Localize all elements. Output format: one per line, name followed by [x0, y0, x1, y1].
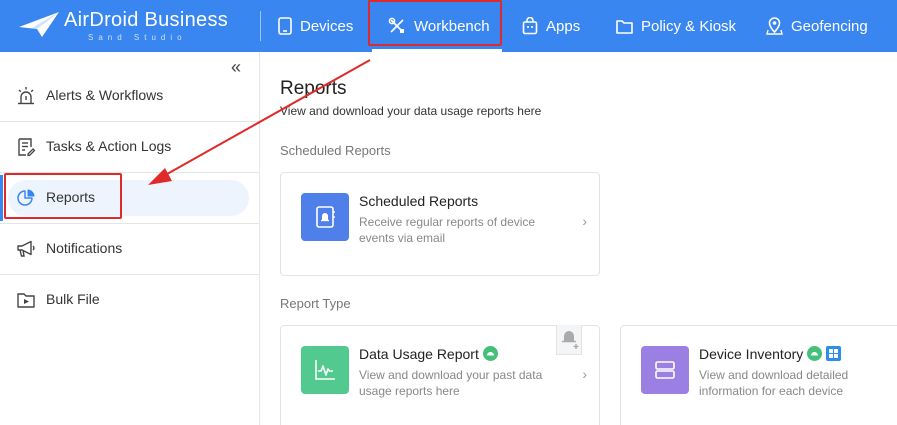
top-navigation-bar: AirDroid Business Sand Studio Devices Wo… [0, 0, 897, 52]
android-icon [807, 346, 823, 361]
windows-icon [826, 346, 842, 361]
sidebar-item-label: Bulk File [46, 291, 100, 307]
nav-policy-kiosk[interactable]: Policy & Kiosk [616, 0, 736, 52]
device-inventory-card[interactable]: Device Inventory View and download detai… [620, 325, 897, 425]
calendar-bell-icon [316, 206, 335, 228]
phone-icon [278, 17, 292, 35]
workbench-highlight-box [368, 0, 502, 46]
brand-logo[interactable]: AirDroid Business Sand Studio [18, 8, 240, 44]
card-title: Scheduled Reports [359, 193, 479, 209]
scheduled-reports-card[interactable]: Scheduled Reports Receive regular report… [280, 172, 600, 276]
card-description: Receive regular reports of device events… [359, 215, 536, 245]
nav-geofencing-label: Geofencing [791, 17, 868, 35]
nav-devices-label: Devices [300, 17, 354, 35]
main-content: Reports View and download your data usag… [261, 52, 897, 425]
sidebar-item-label: Notifications [46, 240, 123, 256]
sidebar-item-bulk-file[interactable]: Bulk File [0, 275, 259, 325]
nav-policy-label: Policy & Kiosk [641, 17, 737, 35]
folder-icon [616, 19, 633, 34]
brand-subtitle: Sand Studio [88, 33, 187, 42]
chevron-right-icon: › [582, 366, 587, 382]
paper-plane-logo-icon [19, 12, 59, 37]
sidebar-item-tasks-action-logs[interactable]: Tasks & Action Logs [0, 122, 259, 172]
card-title: Device Inventory [699, 346, 842, 362]
chevron-right-icon: › [582, 213, 587, 229]
scheduled-reports-icon-tile [301, 193, 349, 241]
sidebar-item-alerts-workflows[interactable]: Alerts & Workflows [0, 71, 259, 121]
section-title-scheduled: Scheduled Reports [280, 143, 391, 158]
page-subtitle: View and download your data usage report… [280, 104, 542, 118]
reports-highlight-box [4, 173, 122, 219]
device-inventory-icon-tile [641, 346, 689, 394]
bell-plus-icon [562, 331, 579, 349]
card-title-text: Device Inventory [699, 346, 804, 362]
sidebar-item-label: Alerts & Workflows [46, 87, 164, 103]
sidebar-item-label: Tasks & Action Logs [46, 138, 172, 154]
nav-geofencing[interactable]: Geofencing [766, 0, 868, 52]
card-title: Data Usage Report [359, 346, 498, 362]
card-title-text: Data Usage Report [359, 346, 479, 362]
data-usage-report-card[interactable]: Data Usage Report View and download your… [280, 325, 600, 425]
data-usage-icon-tile [301, 346, 349, 394]
line-chart-icon [315, 360, 335, 380]
subscribe-bell-button[interactable] [556, 325, 582, 355]
brand-name: AirDroid Business [64, 9, 229, 31]
android-icon [482, 346, 498, 361]
server-icon [655, 361, 675, 379]
nav-apps[interactable]: Apps [522, 0, 580, 52]
task-list-icon [18, 138, 36, 157]
nav-apps-label: Apps [546, 17, 581, 35]
page-title: Reports [280, 78, 347, 99]
alarm-icon [18, 87, 34, 105]
location-pin-icon [766, 17, 783, 35]
shopping-bag-icon [522, 17, 538, 35]
card-description: View and download your past data usage r… [359, 368, 543, 398]
card-description: View and download detailed information f… [699, 368, 849, 398]
section-title-report-type: Report Type [280, 296, 351, 311]
sidebar-item-notifications[interactable]: Notifications [0, 224, 259, 274]
nav-devices[interactable]: Devices [278, 0, 353, 52]
sidebar: « Alerts & Workflows Tasks & Action Logs [0, 52, 260, 425]
nav-divider [260, 11, 261, 41]
folder-icon [17, 293, 35, 308]
megaphone-icon [17, 240, 35, 257]
